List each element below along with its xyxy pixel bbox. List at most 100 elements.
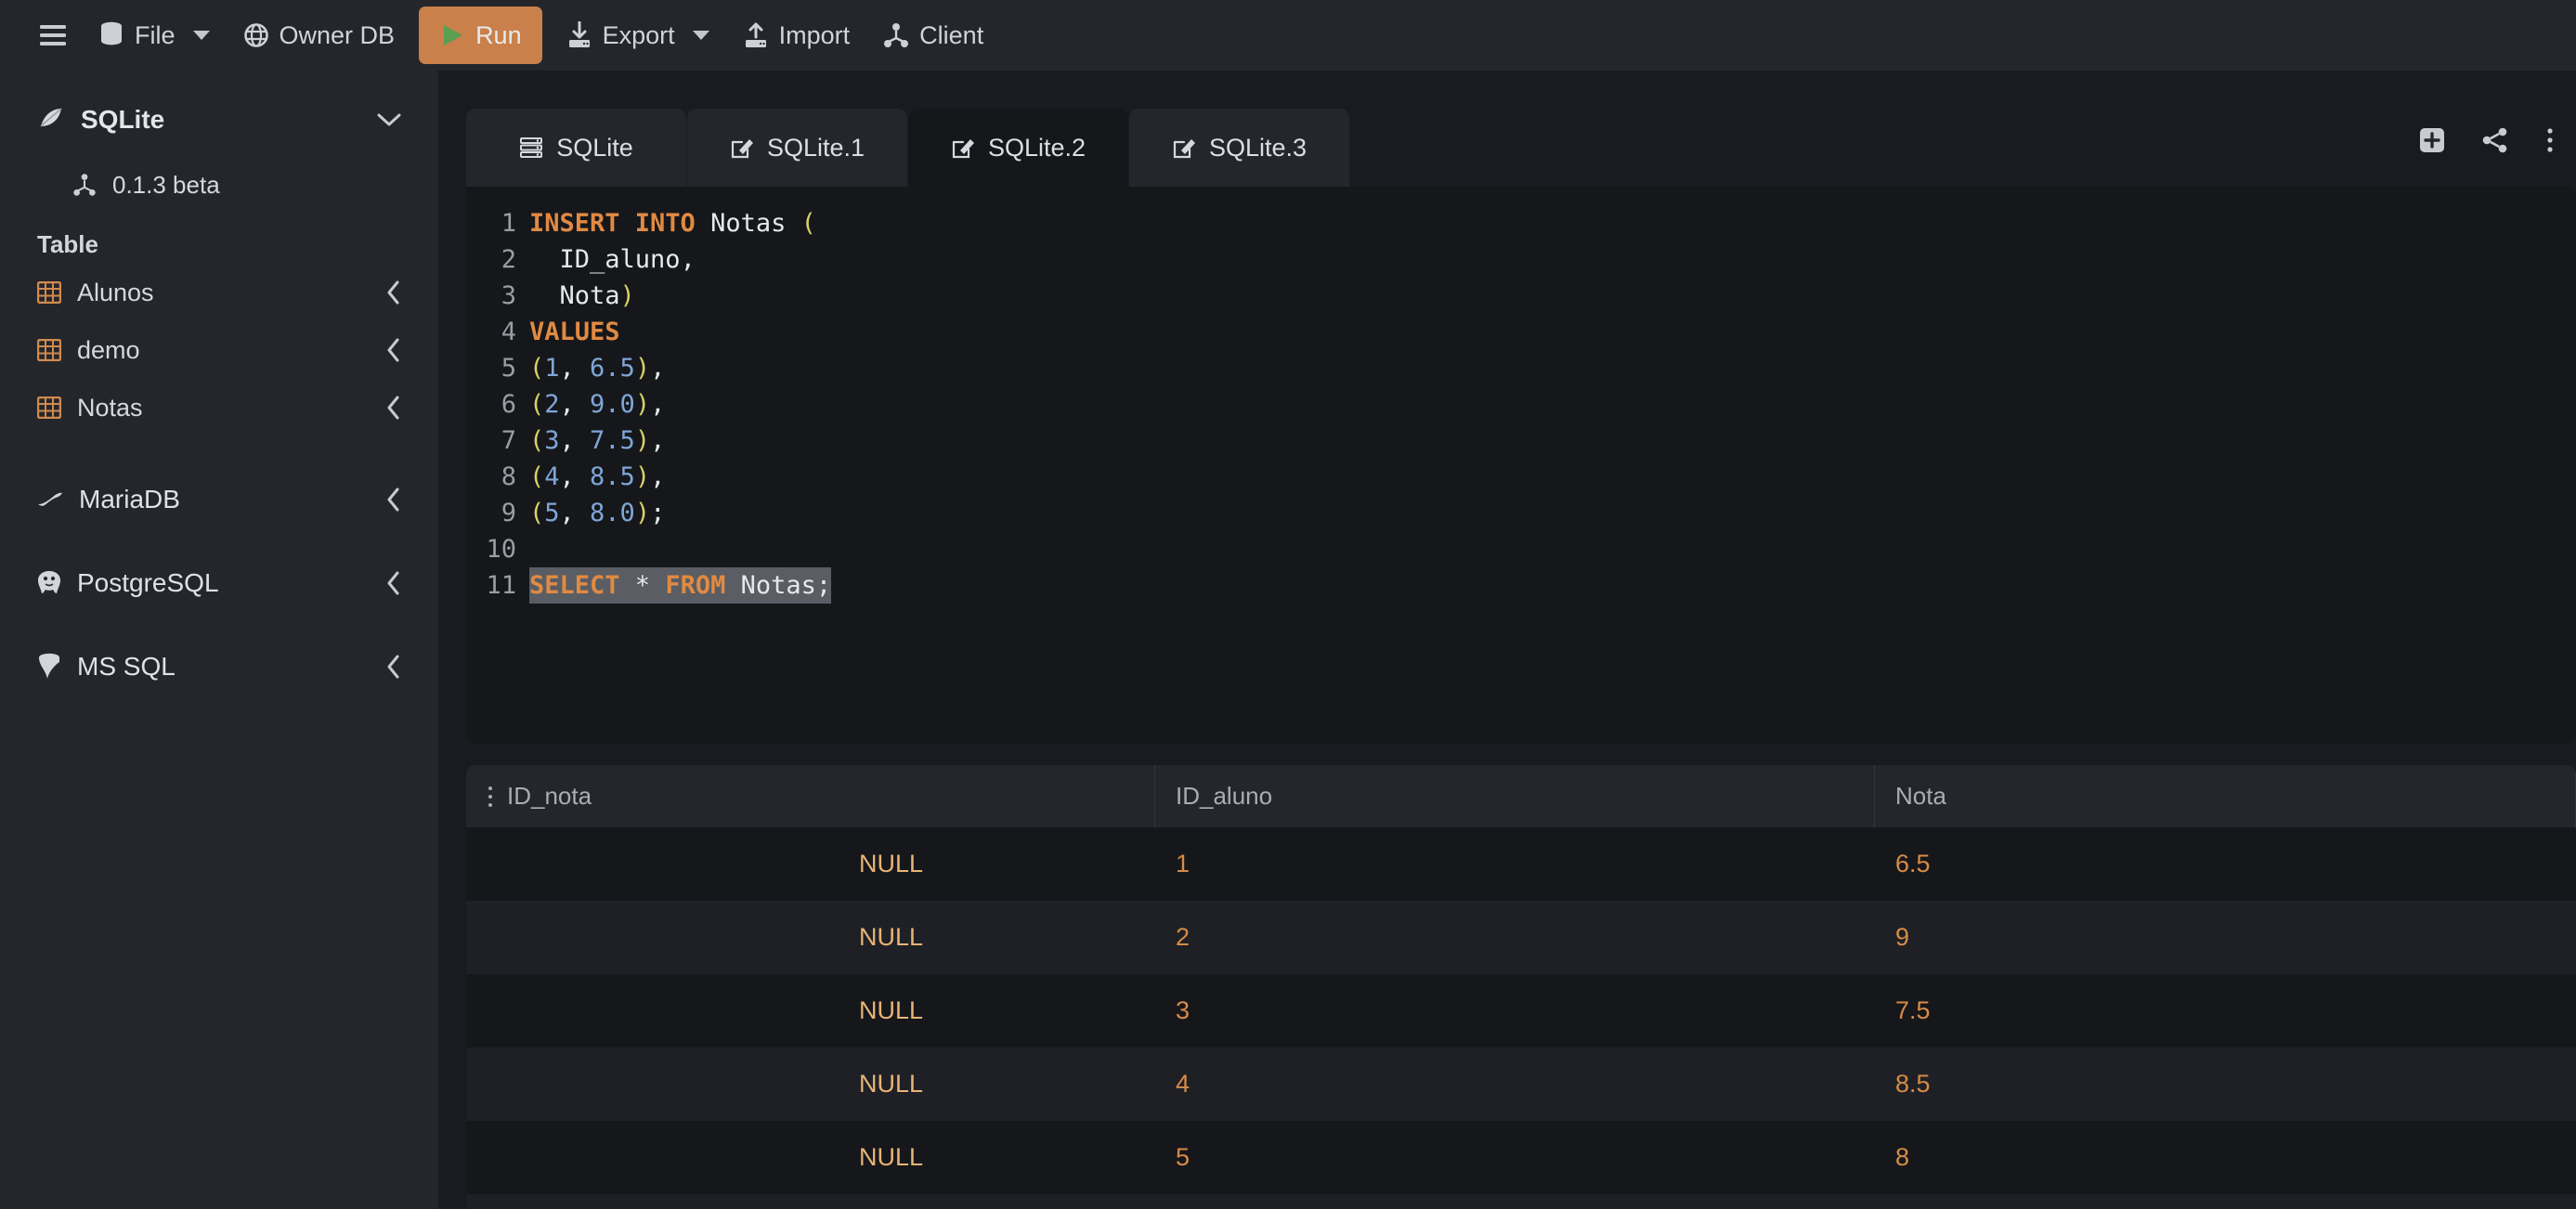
table-row[interactable]: NULL 4 8.5 [466,1047,2576,1121]
chevron-left-icon[interactable] [386,488,401,512]
cell-nota[interactable]: 7.5 [1875,974,2576,1047]
tab-sqlite-1[interactable]: SQLite.1 [687,109,908,187]
mariadb-seal-icon [37,489,63,510]
cell-nota[interactable]: 8.5 [1875,1047,2576,1121]
cell-id-aluno[interactable]: 2 [1155,901,1875,974]
column-header-label: Nota [1895,782,1946,810]
code-text: (2, 9.0), [529,390,666,419]
results-header-row: ID_nota ID_aluno Nota [466,765,2576,827]
code-line: 1 INSERT INTO Notas ( [466,205,2576,241]
owner-db-button[interactable]: Owner DB [227,6,412,64]
results-table: ID_nota ID_aluno Nota NULL 1 6.5 NULL 2 … [466,765,2576,1209]
sidebar-item-sqlite-root[interactable]: SQLite [0,91,438,149]
column-header-id-aluno[interactable]: ID_aluno [1155,765,1875,827]
file-menu-button[interactable]: File [82,6,227,64]
sidebar-item-table-alunos[interactable]: Alunos [0,268,438,317]
line-number: 2 [501,245,516,274]
tab-sqlite-3[interactable]: SQLite.3 [1129,109,1350,187]
share-icon[interactable] [2481,126,2509,154]
line-number: 4 [501,318,516,346]
code-text: (4, 8.5), [529,462,666,491]
chevron-left-icon[interactable] [386,338,401,362]
sidebar-item-table-demo[interactable]: demo [0,326,438,374]
code-text: (3, 7.5), [529,426,666,455]
client-button[interactable]: Client [866,6,1000,64]
line-number: 11 [486,571,516,600]
column-header-nota[interactable]: Nota [1875,765,2576,827]
cell-id-aluno[interactable]: 1 [1155,827,1875,901]
cell-id-nota[interactable]: NULL [466,1047,1155,1121]
column-header-id-nota[interactable]: ID_nota [466,765,1155,827]
sidebar-item-mssql[interactable]: MS SQL [0,638,438,696]
client-nodes-icon [883,22,909,48]
code-text: ID_aluno, [529,245,696,274]
code-line-selected: 11 SELECT * FROM Notas; [466,567,2576,604]
line-number: 6 [501,390,516,419]
sql-editor[interactable]: 1 INSERT INTO Notas ( 2 ID_aluno, 3 Nota… [466,187,2576,744]
cell-id-nota[interactable]: NULL [466,901,1155,974]
import-button[interactable]: Import [726,6,867,64]
column-header-label: ID_nota [507,782,592,810]
table-row[interactable]: NULL 5 8 [466,1121,2576,1194]
cell-id-aluno[interactable]: 5 [1155,1121,1875,1194]
line-number: 3 [501,281,516,310]
top-toolbar: File Owner DB Run Export Import Client [0,0,2576,71]
edit-pencil-icon [730,136,754,160]
tab-sqlite[interactable]: SQLite [466,109,687,187]
code-text: (5, 8.0); [529,499,666,527]
sidebar-item-version[interactable]: 0.1.3 beta [0,160,438,210]
kebab-menu-icon[interactable] [2544,126,2556,154]
tab-label: SQLite.3 [1208,133,1308,162]
table-row[interactable]: NULL 1 6.5 [466,827,2576,901]
cell-nota[interactable]: 9 [1875,901,2576,974]
tab-sqlite-2[interactable]: SQLite.2 [908,109,1129,187]
cell-nota[interactable]: 6.5 [1875,827,2576,901]
code-line: 9 (5, 8.0); [466,495,2576,531]
code-text: SELECT * FROM Notas; [529,567,832,604]
import-label: Import [778,20,851,49]
table-row[interactable]: NULL 2 9 [466,901,2576,974]
sidebar-sqlite-label: SQLite [81,105,165,134]
sqlite-feather-icon [37,106,65,134]
code-line: 6 (2, 9.0), [466,386,2576,422]
table-row[interactable]: NULL 3 7.5 [466,974,2576,1047]
chevron-down-icon [692,31,709,40]
mssql-server-icon [37,653,61,681]
line-number: 5 [501,354,516,383]
table-row-empty[interactable] [466,1194,2576,1209]
cell-id-nota[interactable]: NULL [466,1121,1155,1194]
edit-pencil-icon [951,136,975,160]
hamburger-menu-button[interactable] [24,6,82,64]
sidebar-table-label: demo [77,335,140,364]
run-button[interactable]: Run [419,6,542,64]
chevron-left-icon[interactable] [386,655,401,679]
sidebar-item-table-notas[interactable]: Notas [0,384,438,432]
cell-nota[interactable]: 8 [1875,1121,2576,1194]
column-header-label: ID_aluno [1176,782,1273,810]
client-nodes-icon [72,173,97,197]
code-line: 2 ID_aluno, [466,241,2576,278]
sidebar-item-postgresql[interactable]: PostgreSQL [0,554,438,612]
cell-id-aluno[interactable]: 3 [1155,974,1875,1047]
line-number: 8 [501,462,516,491]
line-number: 7 [501,426,516,455]
cell-id-aluno[interactable]: 4 [1155,1047,1875,1121]
sidebar-item-mariadb[interactable]: MariaDB [0,471,438,528]
add-square-plus-icon[interactable] [2418,126,2446,154]
code-line: 7 (3, 7.5), [466,422,2576,459]
chevron-down-icon[interactable] [377,112,401,127]
export-button[interactable]: Export [550,6,726,64]
chevron-left-icon[interactable] [386,571,401,595]
cell-id-nota[interactable]: NULL [466,974,1155,1047]
code-text: INSERT INTO Notas ( [529,209,816,238]
export-label: Export [602,20,675,49]
chevron-left-icon[interactable] [386,396,401,420]
cell-id-nota[interactable]: NULL [466,827,1155,901]
cell-empty [1155,1194,1875,1209]
table-grid-icon [36,396,62,420]
chevron-left-icon[interactable] [386,280,401,305]
kebab-menu-icon[interactable] [487,785,494,809]
export-download-icon [566,20,592,49]
edit-pencil-icon [1172,136,1196,160]
globe-icon [243,22,269,48]
